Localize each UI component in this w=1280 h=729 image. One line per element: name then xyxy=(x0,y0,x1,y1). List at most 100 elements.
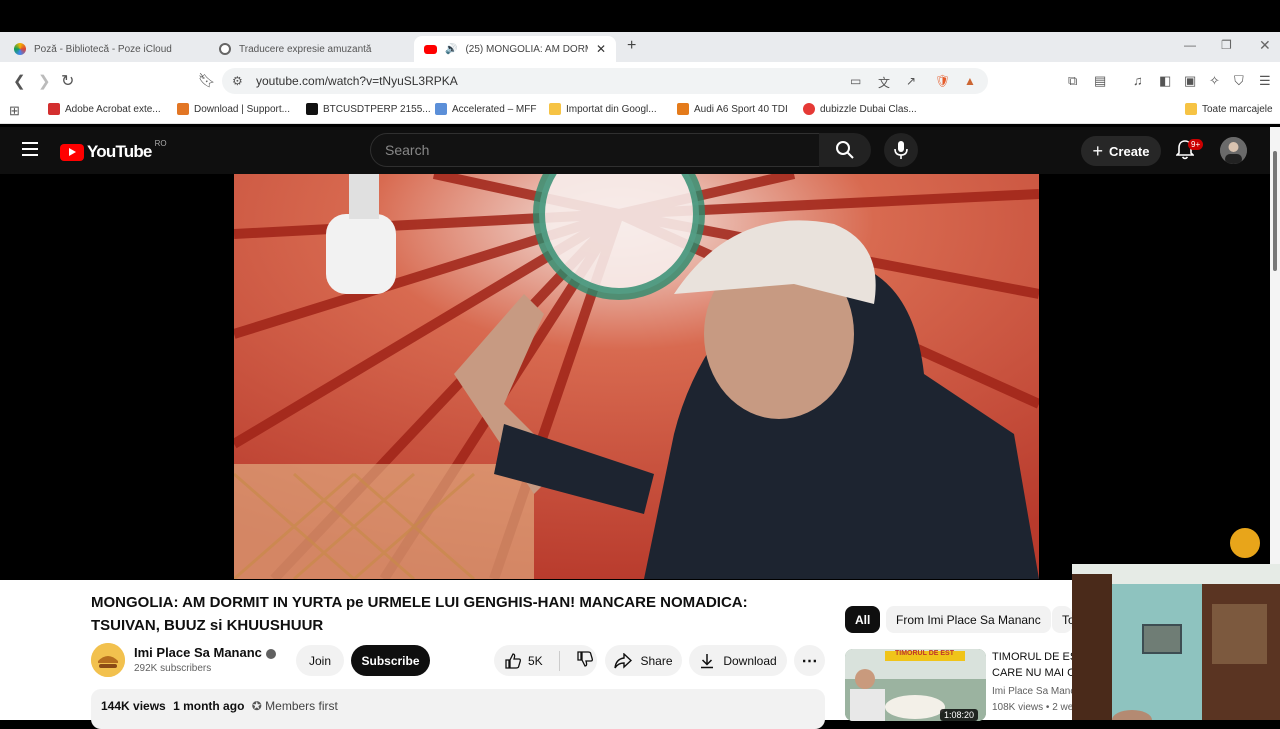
icloud-photos-icon xyxy=(14,43,26,55)
minimize-icon[interactable]: — xyxy=(1184,38,1196,52)
speaker-icon: 🔊 xyxy=(445,43,458,55)
back-icon[interactable]: ❮ xyxy=(13,72,26,90)
apps-icon[interactable]: ⊞ xyxy=(9,103,20,119)
subscribe-button[interactable]: Subscribe xyxy=(351,645,430,676)
metamask-icon xyxy=(177,103,189,115)
youtube-play-icon xyxy=(60,143,84,161)
members-first-icon: ✪ xyxy=(251,699,262,713)
tab-label: (25) MONGOLIA: AM DORMIT xyxy=(465,43,587,55)
folder-icon xyxy=(549,103,561,115)
close-window-icon[interactable]: ✕ xyxy=(1259,37,1271,54)
share-page-icon[interactable]: ↗ xyxy=(906,74,916,88)
restore-icon[interactable]: ❐ xyxy=(1221,38,1232,52)
bookmark-item[interactable]: Adobe Acrobat exte... xyxy=(48,103,161,115)
like-dislike-group: 5K xyxy=(494,645,597,676)
chip-more[interactable]: To xyxy=(1052,606,1072,633)
reader-mode-icon[interactable]: ▤ xyxy=(1094,73,1106,89)
subscriber-count: 292K subscribers xyxy=(134,663,212,674)
bookmark-icon[interactable]: 🔖︎ xyxy=(198,72,216,89)
sidebar-icon[interactable]: ◧ xyxy=(1159,73,1171,89)
leo-ai-icon[interactable]: ✧ xyxy=(1209,73,1220,89)
search-button[interactable] xyxy=(819,133,871,167)
tab-icloud-photos[interactable]: Poză - Bibliotecă - Poze iCloud xyxy=(4,36,204,62)
upload-date: 1 month ago xyxy=(173,699,245,713)
screen-top-bar xyxy=(0,0,1280,32)
chip-all[interactable]: All xyxy=(845,606,881,633)
plus-icon: + xyxy=(1092,140,1104,161)
recommendation-meta: Imi Place Sa Manc 108K views • 2 we xyxy=(992,684,1077,716)
chip-from-channel[interactable]: From Imi Place Sa Mananc xyxy=(886,606,1051,633)
brave-rewards-icon[interactable]: ▲ xyxy=(964,74,976,88)
recommendation-stats: 108K views • 2 we xyxy=(992,702,1074,713)
bookmark-item[interactable]: dubizzle Dubai Clas... xyxy=(803,103,917,115)
recommendation-title[interactable]: TIMORUL DE ES CARE NU MAI C xyxy=(992,649,1082,681)
video-duration: 1:08:20 xyxy=(940,709,979,721)
webcam-overlay xyxy=(1072,564,1280,720)
thumbnail-caption: TIMORUL DE EST xyxy=(895,650,954,657)
media-icon[interactable]: ♫ xyxy=(1133,73,1143,88)
tab-translation[interactable]: Traducere expresie amuzantă xyxy=(209,36,409,62)
channel-watermark[interactable] xyxy=(1228,526,1262,560)
tab-label: Traducere expresie amuzantă xyxy=(239,43,372,55)
channel-name[interactable]: Imi Place Sa Mananc xyxy=(134,645,276,660)
video-frame[interactable] xyxy=(234,174,1039,579)
acrobat-icon xyxy=(48,103,60,115)
download-icon xyxy=(701,653,714,668)
url-text: youtube.com/watch?v=tNyuSL3RPKA xyxy=(256,74,458,88)
join-button[interactable]: Join xyxy=(296,645,344,676)
share-icon xyxy=(614,652,633,669)
tab-youtube-video[interactable]: 🔊 (25) MONGOLIA: AM DORMIT ✕ xyxy=(414,36,616,62)
site-settings-icon[interactable]: ⚙ xyxy=(232,74,243,88)
brave-shield-icon[interactable]: 🛡 xyxy=(935,74,950,88)
bookmark-item[interactable]: Download | Support... xyxy=(177,103,290,115)
browser-tab-strip: Poză - Bibliotecă - Poze iCloud Traducer… xyxy=(0,32,1280,62)
create-button[interactable]: + Create xyxy=(1081,136,1161,166)
reload-icon[interactable]: ↻ xyxy=(61,71,74,91)
audi-icon xyxy=(677,103,689,115)
wallet-icon[interactable]: ▣ xyxy=(1184,73,1196,89)
like-button[interactable]: 5K xyxy=(504,652,543,670)
description-box[interactable]: 144K views 1 month ago ✪ Members first xyxy=(91,689,825,729)
bookmark-item[interactable]: Audi A6 Sport 40 TDI xyxy=(677,103,788,115)
bookmarks-bar: ⊞ Adobe Acrobat exte... Download | Suppo… xyxy=(0,98,1280,124)
close-tab-icon[interactable]: ✕ xyxy=(596,42,606,56)
create-label: Create xyxy=(1109,143,1150,159)
notification-count-badge: 9+ xyxy=(1188,139,1204,150)
like-divider xyxy=(558,650,560,671)
hamburger-menu-icon[interactable] xyxy=(22,142,38,160)
download-button[interactable]: Download xyxy=(689,645,787,676)
mff-icon xyxy=(435,103,447,115)
verified-icon xyxy=(265,648,276,659)
bookmark-item[interactable]: BTCUSDTPERP 2155... xyxy=(306,103,431,115)
forward-icon[interactable]: ❯ xyxy=(38,72,51,90)
search-placeholder: Search xyxy=(385,142,430,158)
channel-avatar[interactable] xyxy=(91,643,125,677)
bookmark-item[interactable]: Accelerated – MFF xyxy=(435,103,536,115)
more-actions-icon[interactable]: ⋯ xyxy=(794,645,825,676)
menu-icon[interactable]: ☰ xyxy=(1259,73,1271,89)
extensions-icon[interactable]: ⧉ xyxy=(1068,73,1077,89)
all-bookmarks[interactable]: Toate marcajele xyxy=(1185,103,1273,115)
tab-label: Poză - Bibliotecă - Poze iCloud xyxy=(34,43,172,55)
translate-icon[interactable]: 文 xyxy=(878,74,890,91)
globe-icon xyxy=(219,43,231,55)
folder-icon xyxy=(1185,103,1197,115)
dislike-button[interactable] xyxy=(576,650,594,671)
scrollbar-thumb[interactable] xyxy=(1273,151,1277,271)
address-bar[interactable]: youtube.com/watch?v=tNyuSL3RPKA xyxy=(222,68,988,94)
thumbs-up-icon xyxy=(505,652,521,669)
voice-search-button[interactable] xyxy=(884,133,918,167)
bookmark-item[interactable]: Importat din Googl... xyxy=(549,103,657,115)
new-tab-button[interactable]: + xyxy=(627,37,636,55)
video-title: MONGOLIA: AM DORMIT IN YURTA pe URMELE L… xyxy=(91,594,748,634)
share-button[interactable]: Share xyxy=(605,645,682,676)
thumbs-down-icon xyxy=(577,651,593,667)
youtube-logo[interactable]: YouTube RO xyxy=(60,138,167,162)
cast-icon[interactable]: ▭ xyxy=(850,74,861,88)
youtube-wordmark: YouTube xyxy=(87,142,152,161)
vpn-icon[interactable]: ⛉ xyxy=(1234,73,1244,89)
dubizzle-icon xyxy=(803,103,815,115)
country-code: RO xyxy=(154,138,167,148)
account-avatar[interactable] xyxy=(1220,137,1247,164)
search-input[interactable]: Search xyxy=(370,133,820,167)
